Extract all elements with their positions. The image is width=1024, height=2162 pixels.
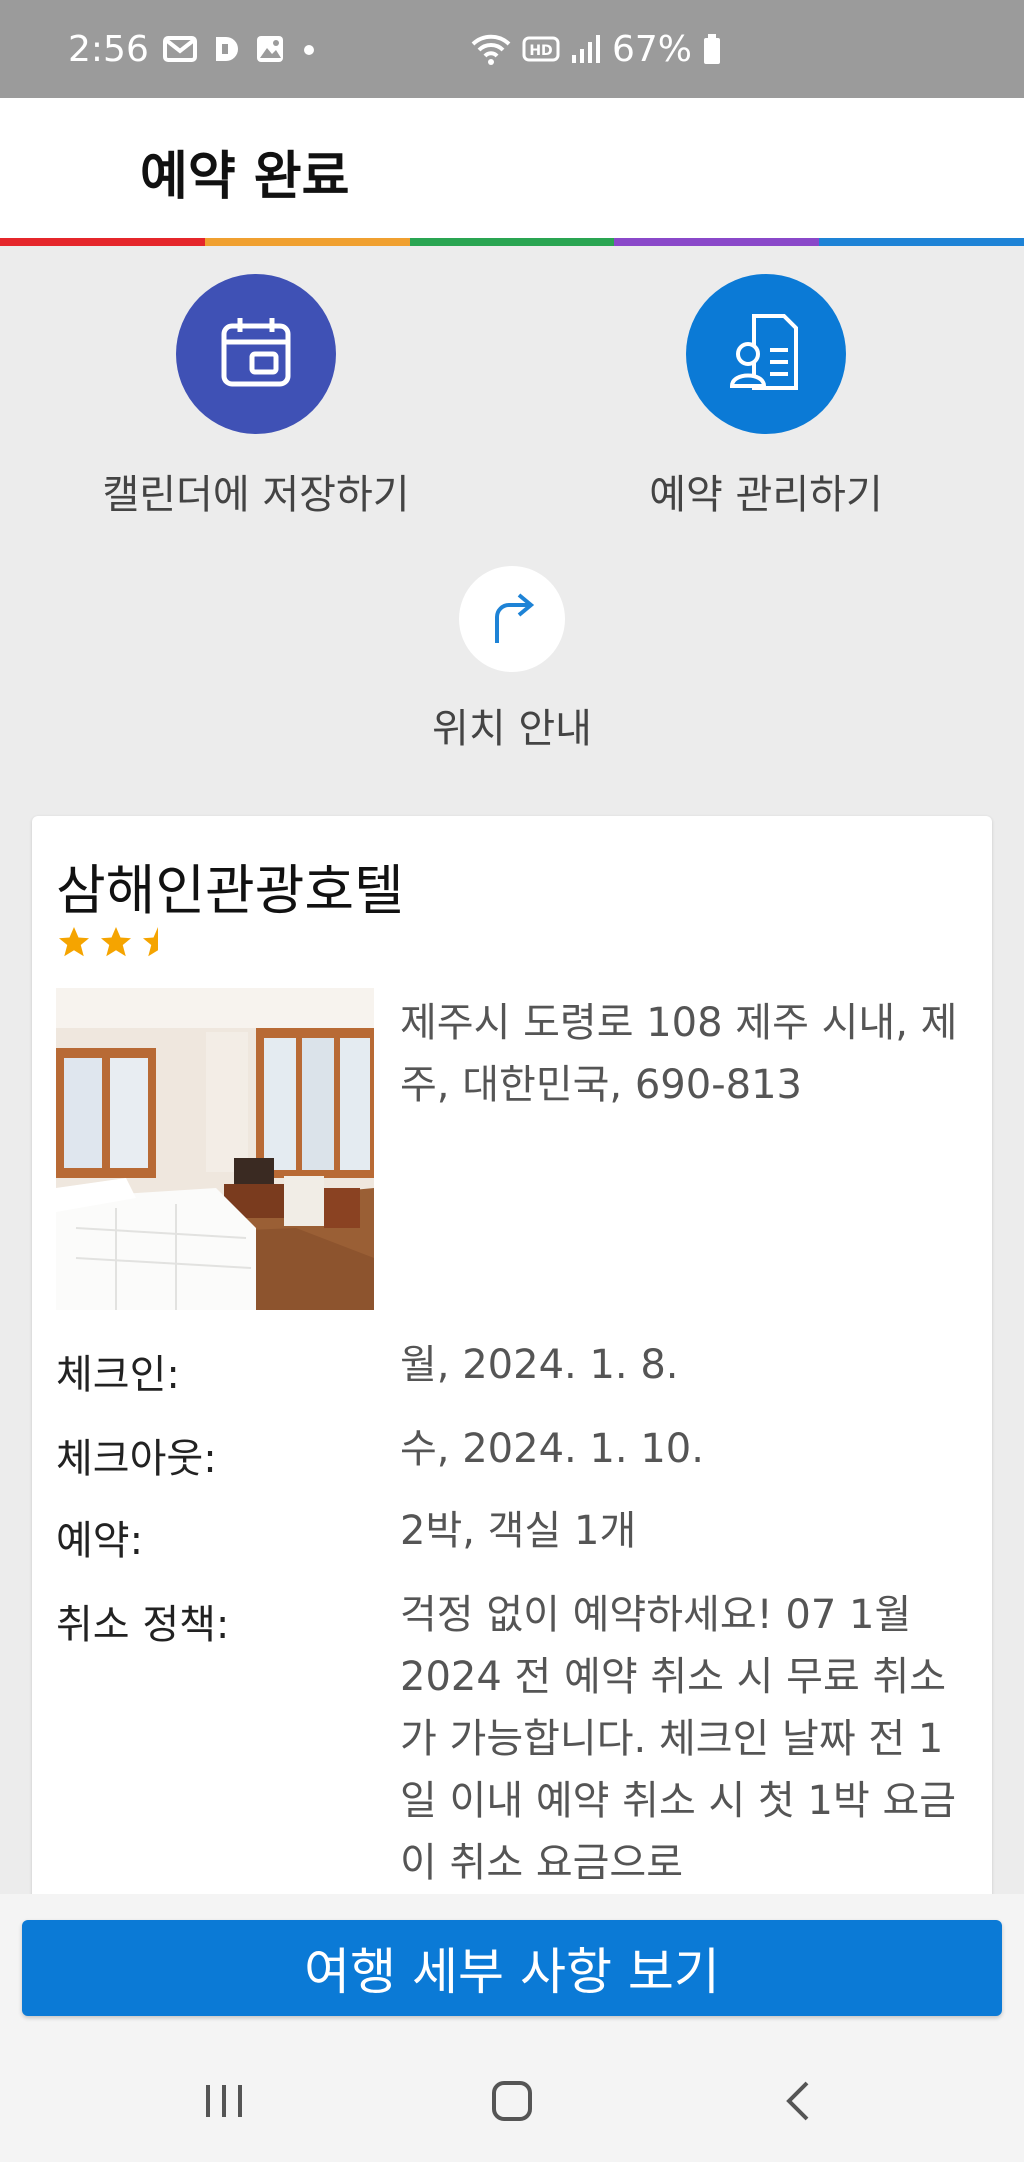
page-title: 예약 완료 — [140, 147, 350, 207]
cancellation-policy-value: 걱정 없이 예약하세요! 07 1월 2024 전 예약 취소 시 무료 취소가… — [400, 1592, 957, 1886]
hd-icon: HD — [522, 34, 560, 64]
battery-percent: 67% — [612, 28, 693, 70]
hotel-card: 삼해인관광호텔 제주시 도령로 108 제주 시내, 제주, 대한민국, 690… — [32, 816, 992, 1916]
header: 예약 완료 — [0, 98, 1024, 238]
status-left: 2:56 — [68, 0, 319, 98]
signal-icon — [570, 33, 602, 65]
hotel-address: 제주시 도령로 108 제주 시내, 제주, 대한민국, 690-813 — [400, 1000, 958, 1108]
wifi-icon — [470, 32, 512, 66]
status-time: 2:56 — [68, 28, 149, 70]
svg-text:HD: HD — [529, 43, 552, 59]
manage-booking-label: 예약 관리하기 — [649, 472, 883, 518]
save-to-calendar-button[interactable]: 캘린더에 저장하기 — [56, 274, 456, 520]
manage-booking-icon — [724, 310, 808, 398]
directions-circle — [459, 566, 565, 672]
directions-button[interactable]: 위치 안내 — [312, 566, 712, 754]
hotel-star-rating — [56, 924, 176, 964]
back-button[interactable] — [738, 2044, 858, 2162]
battery-icon — [702, 32, 722, 66]
check-in-label: 체크인: — [56, 1352, 180, 1398]
cancellation-policy-label: 취소 정책: — [56, 1602, 230, 1648]
rainbow-segment — [204, 238, 410, 246]
hotel-room-photo[interactable] — [56, 988, 374, 1310]
star-icon — [56, 924, 92, 964]
system-navigation-bar — [0, 2044, 1024, 2162]
booking-label: 예약: — [56, 1518, 144, 1564]
rainbow-segment — [409, 238, 615, 246]
directions-label: 위치 안내 — [432, 706, 592, 752]
back-icon — [783, 2079, 813, 2127]
dot-icon — [299, 34, 319, 64]
directions-arrow-icon — [487, 587, 537, 651]
check-out-label: 체크아웃: — [56, 1436, 217, 1482]
view-trip-details-button[interactable]: 여행 세부 사항 보기 — [22, 1920, 1002, 2016]
calendar-icon — [218, 314, 294, 394]
save-to-calendar-label: 캘린더에 저장하기 — [102, 472, 410, 518]
rainbow-divider — [0, 238, 1024, 246]
rainbow-segment — [0, 238, 205, 246]
rainbow-segment — [614, 238, 820, 246]
check-in-value: 월, 2024. 1. 8. — [400, 1342, 679, 1388]
home-icon — [490, 2079, 534, 2127]
rainbow-segment — [819, 238, 1024, 246]
recent-apps-button[interactable] — [164, 2044, 284, 2162]
mail-icon — [162, 35, 197, 63]
manage-booking-circle — [686, 274, 846, 434]
hotel-name: 삼해인관광호텔 — [56, 859, 404, 922]
d-app-icon — [211, 34, 241, 64]
recent-apps-icon — [202, 2081, 246, 2125]
cta-container: 여행 세부 사항 보기 — [0, 1894, 1024, 2044]
booking-value: 2박, 객실 1개 — [400, 1508, 637, 1554]
calendar-circle — [176, 274, 336, 434]
status-right: HD 67% — [470, 0, 722, 98]
gallery-icon — [255, 34, 285, 64]
manage-booking-button[interactable]: 예약 관리하기 — [566, 274, 966, 520]
home-button[interactable] — [452, 2044, 572, 2162]
check-out-value: 수, 2024. 1. 10. — [400, 1426, 704, 1472]
status-bar: 2:56 HD 67% — [0, 0, 1024, 98]
half-star-icon — [140, 924, 176, 964]
star-icon — [98, 924, 134, 964]
